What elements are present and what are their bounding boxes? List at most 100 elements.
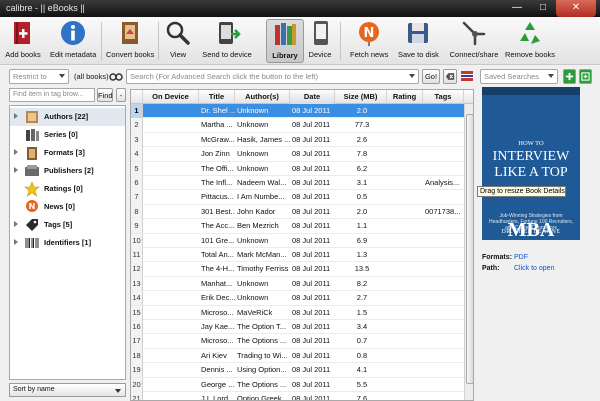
cell-author[interactable]: MaVeRiCk: [235, 306, 290, 320]
column-header-date[interactable]: Date: [290, 90, 335, 104]
cell-on-device[interactable]: [143, 234, 199, 248]
cell-author[interactable]: Ben Mezrich: [235, 219, 290, 233]
cell-title[interactable]: Microso...: [199, 334, 235, 348]
cell-tags[interactable]: [423, 162, 464, 176]
cell-size[interactable]: 1.5: [335, 306, 387, 320]
book-cover[interactable]: HOW TO INTERVIEW LIKE A TOP Job-Winning …: [482, 87, 580, 240]
cell-date[interactable]: 08 Jul 2011: [290, 162, 335, 176]
cell-size[interactable]: 6.2: [335, 162, 387, 176]
category-formats[interactable]: Formats [3]: [10, 144, 125, 162]
book-row[interactable]: 10 101 Gre... Unknown 08 Jul 2011 6.9: [131, 233, 464, 248]
cell-on-device[interactable]: [143, 162, 199, 176]
cell-date[interactable]: 08 Jul 2011: [290, 277, 335, 291]
cell-date[interactable]: 08 Jul 2011: [290, 190, 335, 204]
cell-size[interactable]: 7.6: [335, 392, 387, 400]
cell-rating[interactable]: [387, 320, 423, 334]
vertical-scrollbar[interactable]: [464, 104, 473, 400]
cell-title[interactable]: 101 Gre...: [199, 234, 235, 248]
category-identifiers[interactable]: Identifiers [1]: [10, 234, 125, 252]
cell-date[interactable]: 08 Jul 2011: [290, 147, 335, 161]
cell-size[interactable]: 77.3: [335, 118, 387, 132]
cell-size[interactable]: 2.6: [335, 133, 387, 147]
cell-author[interactable]: Unknown: [235, 291, 290, 305]
cell-title[interactable]: Manhat...: [199, 277, 235, 291]
column-header-rating[interactable]: Rating: [387, 90, 423, 104]
cell-rating[interactable]: [387, 104, 423, 118]
cell-rating[interactable]: [387, 219, 423, 233]
row-number[interactable]: 17: [131, 334, 143, 349]
row-number[interactable]: 16: [131, 320, 143, 334]
cell-author[interactable]: Unknown: [235, 147, 290, 161]
cell-on-device[interactable]: [143, 219, 199, 233]
cell-rating[interactable]: [387, 363, 423, 377]
row-number[interactable]: 13: [131, 276, 143, 291]
cell-rating[interactable]: [387, 162, 423, 176]
cell-on-device[interactable]: [143, 205, 199, 219]
cell-date[interactable]: 08 Jul 2011: [290, 306, 335, 320]
cell-tags[interactable]: [423, 378, 464, 392]
cell-rating[interactable]: [387, 118, 423, 132]
advanced-search-icon[interactable]: [109, 70, 123, 82]
cell-on-device[interactable]: [143, 320, 199, 334]
book-row[interactable]: 3 McGraw... Hasik, James ... 08 Jul 2011 2.6: [131, 132, 464, 148]
cell-title[interactable]: Martha ...: [199, 118, 235, 132]
book-row[interactable]: 16 Jay Kae... The Option T... 08 Jul 2011 3.…: [131, 320, 464, 335]
cell-tags[interactable]: [423, 147, 464, 161]
cell-title[interactable]: Microso...: [199, 306, 235, 320]
expand-arrow-icon[interactable]: [14, 239, 18, 245]
cell-size[interactable]: 3.4: [335, 320, 387, 334]
cell-title[interactable]: The Infl...: [199, 176, 235, 190]
cell-author[interactable]: Unknown: [235, 277, 290, 291]
cell-title[interactable]: Pittacus...: [199, 190, 235, 204]
cell-tags[interactable]: [423, 262, 464, 276]
column-header-tags[interactable]: Tags: [423, 90, 464, 104]
row-number[interactable]: 21: [131, 392, 143, 400]
book-row[interactable]: 1 Dr. Shel ... Unknown 08 Jul 2011 2.0: [131, 104, 464, 119]
column-header-on-device[interactable]: On Device: [143, 90, 199, 104]
cell-rating[interactable]: [387, 378, 423, 392]
book-row[interactable]: 13 Manhat... Unknown 08 Jul 2011 8.2: [131, 276, 464, 292]
cell-title[interactable]: McGraw...: [199, 133, 235, 147]
cell-size[interactable]: 1.1: [335, 219, 387, 233]
cell-rating[interactable]: [387, 349, 423, 363]
cell-size[interactable]: 2.0: [335, 104, 387, 118]
library-button[interactable]: Library: [266, 19, 304, 63]
cell-tags[interactable]: [423, 234, 464, 248]
cell-tags[interactable]: [423, 392, 464, 400]
cell-title[interactable]: Jay Kae...: [199, 320, 235, 334]
column-header-title[interactable]: Title: [199, 90, 235, 104]
cell-author[interactable]: Unknown: [235, 162, 290, 176]
cell-tags[interactable]: [423, 277, 464, 291]
cell-title[interactable]: Erik Dec...: [199, 291, 235, 305]
book-row[interactable]: 4 Jon Zinn Unknown 08 Jul 2011 7.8: [131, 147, 464, 162]
cell-on-device[interactable]: [143, 176, 199, 190]
cell-tags[interactable]: [423, 190, 464, 204]
cell-date[interactable]: 08 Jul 2011: [290, 334, 335, 348]
path-link[interactable]: Click to open: [514, 265, 554, 272]
scrollbar-thumb[interactable]: [466, 114, 473, 384]
category-publishers[interactable]: Publishers [2]: [10, 162, 125, 180]
cell-title[interactable]: Dennis ...: [199, 363, 235, 377]
cell-on-device[interactable]: [143, 291, 199, 305]
fetch-news-button[interactable]: N Fetch news: [350, 19, 388, 63]
cell-tags[interactable]: [423, 334, 464, 348]
column-header-size[interactable]: Size (MB): [335, 90, 387, 104]
cell-author[interactable]: Timothy Ferriss: [235, 262, 290, 276]
go-button[interactable]: Go!: [422, 69, 440, 84]
cell-rating[interactable]: [387, 248, 423, 262]
cell-title[interactable]: The 4-H...: [199, 262, 235, 276]
cell-date[interactable]: 08 Jul 2011: [290, 248, 335, 262]
cell-tags[interactable]: [423, 133, 464, 147]
book-row[interactable]: 17 Microso... The Options ... 08 Jul 2011 0.…: [131, 334, 464, 349]
clear-search-button[interactable]: [443, 69, 457, 84]
expand-arrow-icon[interactable]: [14, 221, 18, 227]
row-number[interactable]: 8: [131, 204, 143, 219]
row-number[interactable]: 15: [131, 305, 143, 320]
cell-size[interactable]: 1.3: [335, 248, 387, 262]
book-row[interactable]: 9 The Acc... Ben Mezrich 08 Jul 2011 1.1: [131, 219, 464, 234]
cell-on-device[interactable]: [143, 104, 199, 118]
cell-tags[interactable]: [423, 104, 464, 118]
cell-on-device[interactable]: [143, 147, 199, 161]
expand-arrow-icon[interactable]: [14, 149, 18, 155]
book-row[interactable]: 5 The Offi... Unknown 08 Jul 2011 6.2: [131, 161, 464, 176]
